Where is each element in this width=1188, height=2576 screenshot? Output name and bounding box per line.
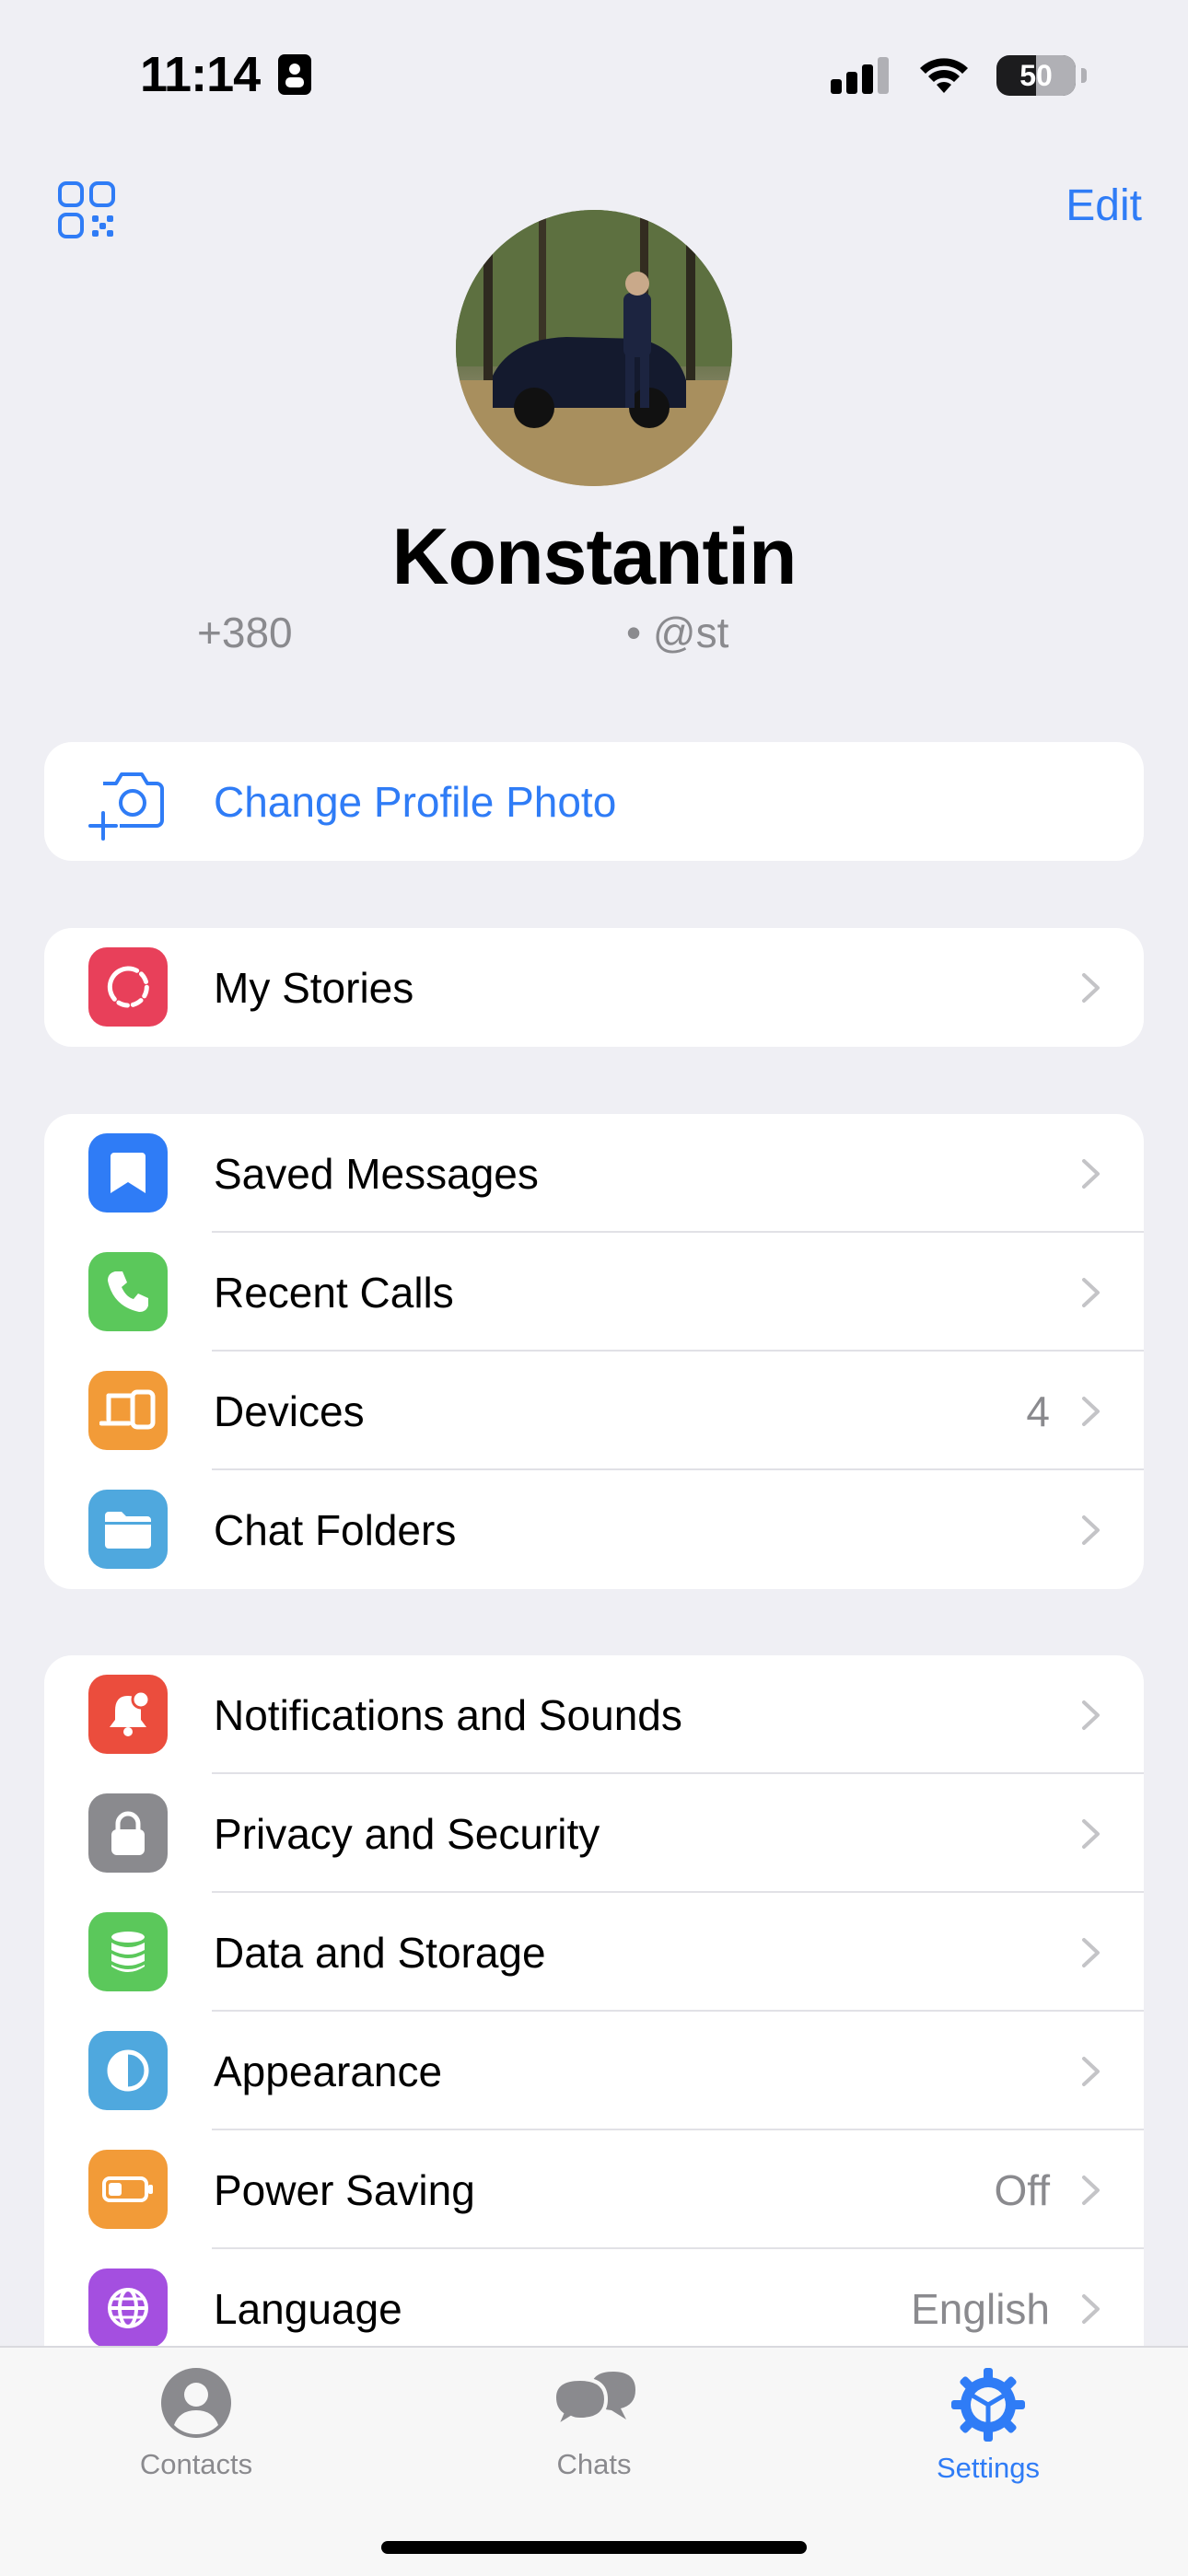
wifi-icon: [920, 58, 968, 93]
tab-settings[interactable]: Settings: [878, 2366, 1099, 2485]
chat-bubbles-icon: [552, 2372, 635, 2432]
person-circle-icon: [161, 2368, 231, 2438]
tab-chats-label: Chats: [556, 2448, 632, 2480]
saved-messages-label: Saved Messages: [214, 1149, 539, 1198]
chat-folders-row[interactable]: Chat Folders: [44, 1470, 1144, 1589]
change-profile-photo-label: Change Profile Photo: [214, 777, 617, 826]
chevron-right-icon: [1082, 1515, 1100, 1545]
settings-card: Notifications and Sounds Privacy and Sec…: [44, 1655, 1144, 2346]
chevron-right-icon: [1082, 1819, 1100, 1849]
devices-icon: [88, 1371, 168, 1450]
home-indicator: [381, 2541, 807, 2554]
privacy-row[interactable]: Privacy and Security: [44, 1774, 1144, 1893]
database-icon: [88, 1912, 168, 1991]
qr-code-icon[interactable]: [57, 180, 116, 239]
tab-chats[interactable]: Chats: [483, 2366, 705, 2481]
devices-row[interactable]: Devices 4: [44, 1352, 1144, 1470]
profile-name: Konstantin: [391, 513, 797, 601]
recent-calls-row[interactable]: Recent Calls: [44, 1233, 1144, 1352]
power-saving-row[interactable]: Power Saving Off: [44, 2130, 1144, 2249]
gear-icon: [951, 2368, 1025, 2442]
language-row[interactable]: Language English: [44, 2249, 1144, 2346]
battery-low-icon: [88, 2150, 168, 2229]
devices-count: 4: [1026, 1387, 1050, 1435]
folder-icon: [88, 1490, 168, 1569]
globe-icon: [88, 2269, 168, 2346]
phone-icon: [88, 1252, 168, 1331]
change-profile-photo-button[interactable]: Change Profile Photo: [44, 742, 1144, 861]
my-stories-row[interactable]: My Stories: [44, 928, 1144, 1047]
half-circle-icon: [88, 2031, 168, 2110]
chevron-right-icon: [1082, 1278, 1100, 1307]
bookmark-icon: [88, 1133, 168, 1213]
my-stories-label: My Stories: [214, 963, 414, 1012]
avatar-photo: [456, 210, 732, 486]
saved-messages-row[interactable]: Saved Messages: [44, 1114, 1144, 1233]
stories-card: My Stories: [44, 928, 1144, 1047]
cellular-signal-icon: [831, 57, 889, 94]
devices-label: Devices: [214, 1387, 365, 1435]
data-storage-label: Data and Storage: [214, 1928, 546, 1977]
appearance-label: Appearance: [214, 2047, 443, 2095]
bell-icon: [88, 1675, 168, 1754]
chevron-right-icon: [1082, 1938, 1100, 1967]
chat-folders-label: Chat Folders: [214, 1505, 457, 1554]
notifications-label: Notifications and Sounds: [214, 1690, 682, 1739]
tab-contacts-label: Contacts: [139, 2448, 253, 2480]
appearance-row[interactable]: Appearance: [44, 2012, 1144, 2130]
notifications-row[interactable]: Notifications and Sounds: [44, 1655, 1144, 1774]
privacy-label: Privacy and Security: [214, 1809, 600, 1858]
change-photo-card: Change Profile Photo: [44, 742, 1144, 861]
stories-icon: [88, 947, 168, 1027]
contact-card-icon: [278, 54, 312, 95]
avatar[interactable]: [456, 210, 732, 486]
lock-icon: [88, 1793, 168, 1873]
power-saving-value: Off: [994, 2165, 1050, 2214]
edit-button[interactable]: Edit: [1066, 180, 1142, 231]
camera-add-icon: [88, 761, 168, 841]
recent-calls-label: Recent Calls: [214, 1268, 454, 1317]
chevron-right-icon: [1082, 2057, 1100, 2086]
tab-contacts[interactable]: Contacts: [86, 2366, 307, 2481]
language-label: Language: [214, 2284, 402, 2333]
battery-nub: [1081, 68, 1087, 83]
profile-phone: +380: [197, 609, 293, 656]
status-indicators: 50: [831, 55, 1087, 96]
chevron-right-icon: [1082, 1700, 1100, 1730]
profile-username: • @st: [626, 609, 729, 656]
chevron-right-icon: [1082, 973, 1100, 1003]
data-storage-row[interactable]: Data and Storage: [44, 1893, 1144, 2012]
status-time: 11:14: [140, 46, 312, 103]
language-value: English: [911, 2284, 1050, 2333]
chevron-right-icon: [1082, 2294, 1100, 2324]
battery-indicator: 50: [996, 55, 1076, 96]
chevron-right-icon: [1082, 1159, 1100, 1189]
chevron-right-icon: [1082, 1397, 1100, 1426]
tab-settings-label: Settings: [936, 2452, 1040, 2484]
power-saving-label: Power Saving: [214, 2165, 475, 2214]
shortcuts-card: Saved Messages Recent Calls Devices 4 Ch…: [44, 1114, 1144, 1589]
chevron-right-icon: [1082, 2176, 1100, 2205]
